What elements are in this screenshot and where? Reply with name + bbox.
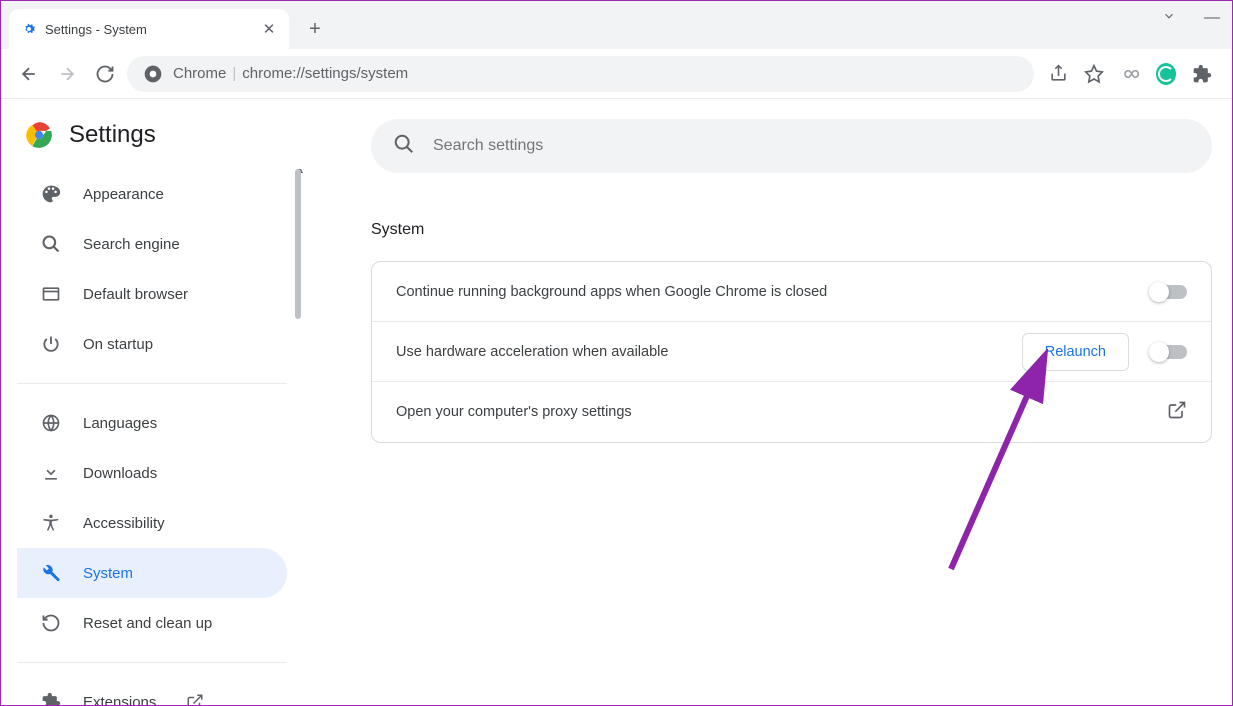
external-link-icon: [186, 693, 204, 705]
share-icon[interactable]: [1048, 64, 1068, 84]
setting-row-hardware-accel: Use hardware acceleration when available…: [372, 322, 1211, 382]
nav-label: Search engine: [83, 236, 180, 253]
browser-titlebar: Settings - System ✕ + —: [1, 1, 1232, 49]
nav-label: Default browser: [83, 286, 188, 303]
accessibility-icon: [41, 513, 61, 533]
extensions-puzzle-icon[interactable]: [1192, 64, 1212, 84]
sidebar-item-appearance[interactable]: Appearance: [17, 169, 287, 219]
gear-icon: [21, 21, 37, 37]
nav-divider: [17, 662, 287, 663]
sidebar-item-reset[interactable]: Reset and clean up: [17, 598, 287, 648]
relaunch-button[interactable]: Relaunch: [1022, 333, 1129, 371]
setting-row-background-apps: Continue running background apps when Go…: [372, 262, 1211, 322]
scrollbar-thumb[interactable]: [295, 169, 301, 319]
sidebar-item-downloads[interactable]: Downloads: [17, 448, 287, 498]
setting-label: Use hardware acceleration when available: [396, 344, 1022, 360]
window-dropdown-icon[interactable]: [1162, 9, 1176, 28]
chrome-logo-icon: [25, 121, 53, 149]
sidebar-item-system[interactable]: System: [17, 548, 287, 598]
nav-label: Appearance: [83, 186, 164, 203]
sidebar-nav[interactable]: ▲ Appearance Search engine Default brows…: [17, 169, 311, 705]
toolbar-actions: [1040, 64, 1220, 84]
address-bar[interactable]: Chrome|chrome://settings/system: [127, 56, 1034, 92]
sidebar-item-default-browser[interactable]: Default browser: [17, 269, 287, 319]
back-button[interactable]: [13, 58, 45, 90]
forward-button[interactable]: [51, 58, 83, 90]
browser-icon: [41, 284, 61, 304]
toggle-background-apps[interactable]: [1151, 285, 1187, 299]
sidebar-item-languages[interactable]: Languages: [17, 398, 287, 448]
power-icon: [41, 334, 61, 354]
reset-icon: [41, 613, 61, 633]
window-controls: —: [1162, 9, 1220, 28]
settings-content: Settings ▲ Appearance Search engine Defa…: [1, 99, 1232, 705]
chrome-icon: [143, 64, 163, 84]
sidebar-title: Settings: [69, 121, 156, 149]
toggle-hardware-accel[interactable]: [1151, 345, 1187, 359]
sidebar-item-accessibility[interactable]: Accessibility: [17, 498, 287, 548]
tab-close-button[interactable]: ✕: [261, 21, 277, 37]
reload-button[interactable]: [89, 58, 121, 90]
browser-toolbar: Chrome|chrome://settings/system: [1, 49, 1232, 99]
infinity-icon[interactable]: [1120, 64, 1140, 84]
settings-main: System Continue running background apps …: [311, 99, 1232, 705]
sidebar-header: Settings: [17, 115, 311, 169]
nav-label: Extensions: [83, 694, 156, 706]
wrench-icon: [41, 563, 61, 583]
nav-label: On startup: [83, 336, 153, 353]
window-minimize-button[interactable]: —: [1204, 9, 1220, 28]
nav-divider: [17, 383, 287, 384]
globe-icon: [41, 413, 61, 433]
nav-label: Downloads: [83, 465, 157, 482]
download-icon: [41, 463, 61, 483]
setting-label: Continue running background apps when Go…: [396, 284, 1151, 300]
sidebar-item-on-startup[interactable]: On startup: [17, 319, 287, 369]
nav-label: Languages: [83, 415, 157, 432]
sidebar-item-extensions[interactable]: Extensions: [17, 677, 287, 705]
omnibox-text: Chrome|chrome://settings/system: [173, 65, 408, 82]
extension-icon: [41, 692, 61, 705]
browser-tab[interactable]: Settings - System ✕: [9, 9, 289, 49]
nav-label: System: [83, 565, 133, 582]
new-tab-button[interactable]: +: [301, 15, 329, 43]
palette-icon: [41, 184, 61, 204]
settings-search-input[interactable]: [433, 137, 1190, 155]
setting-label: Open your computer's proxy settings: [396, 404, 1167, 420]
sidebar-item-search-engine[interactable]: Search engine: [17, 219, 287, 269]
tab-title: Settings - System: [45, 22, 253, 37]
settings-search[interactable]: [371, 119, 1212, 173]
system-settings-card: Continue running background apps when Go…: [371, 261, 1212, 443]
settings-sidebar: Settings ▲ Appearance Search engine Defa…: [1, 99, 311, 705]
grammarly-icon[interactable]: [1156, 64, 1176, 84]
open-external-icon: [1167, 400, 1187, 425]
bookmark-star-icon[interactable]: [1084, 64, 1104, 84]
nav-label: Accessibility: [83, 515, 165, 532]
search-icon: [41, 234, 61, 254]
setting-row-proxy[interactable]: Open your computer's proxy settings: [372, 382, 1211, 442]
nav-label: Reset and clean up: [83, 615, 212, 632]
section-title: System: [371, 221, 1212, 239]
search-icon: [393, 133, 415, 160]
